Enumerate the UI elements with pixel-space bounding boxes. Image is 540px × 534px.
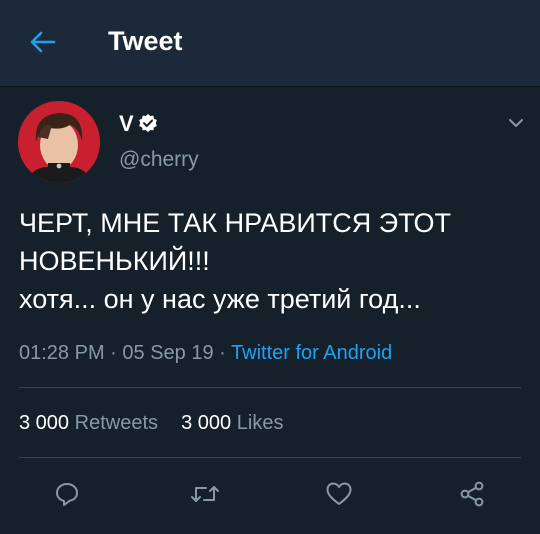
more-options-button[interactable] <box>505 112 527 134</box>
tweet-metadata: 01:28 PM · 05 Sep 19 · Twitter for Andro… <box>19 342 392 365</box>
meta-separator: · <box>110 342 117 364</box>
divider <box>19 387 521 388</box>
share-button[interactable] <box>455 477 489 511</box>
avatar[interactable] <box>18 101 100 183</box>
author-handle[interactable]: @cherry <box>119 148 199 172</box>
retweets-count: 3 000 <box>19 412 70 434</box>
chevron-down-icon <box>509 119 523 127</box>
tweet-time: 01:28 PM <box>19 342 105 364</box>
retweet-button[interactable] <box>188 477 222 511</box>
tweet-source-link[interactable]: Twitter for Android <box>231 342 392 364</box>
page-title: Tweet <box>108 26 183 56</box>
top-bar: Tweet <box>0 0 540 86</box>
back-button[interactable] <box>24 26 60 58</box>
tweet-stats: 3 000 Retweets 3 000 Likes <box>19 412 283 435</box>
retweet-icon <box>191 486 219 502</box>
retweets-label: Retweets <box>74 412 158 434</box>
like-button[interactable] <box>322 477 356 511</box>
arrow-left-icon <box>30 31 56 53</box>
like-icon <box>326 482 352 505</box>
tweet-date: 05 Sep 19 <box>122 342 214 364</box>
header-divider <box>0 86 540 87</box>
meta-separator: · <box>219 342 226 364</box>
profile-photo <box>18 101 100 183</box>
verified-badge-icon <box>138 113 158 133</box>
reply-icon <box>56 483 78 506</box>
display-name[interactable]: V <box>119 111 134 137</box>
tweet-text-line: ЧЕРТ, МНЕ ТАК НРАВИТСЯ ЭТОТ <box>19 208 451 238</box>
tweet-text-line: НОВЕНЬКИЙ!!! <box>19 246 210 276</box>
share-icon <box>460 481 484 507</box>
divider <box>19 457 521 458</box>
tweet-text-line: хотя... он у нас уже третий год... <box>19 284 421 314</box>
likes-stat[interactable]: 3 000 Likes <box>181 412 283 434</box>
likes-label: Likes <box>236 412 284 434</box>
likes-count: 3 000 <box>181 412 232 434</box>
tweet-text: ЧЕРТ, МНЕ ТАК НРАВИТСЯ ЭТОТ НОВЕНЬКИЙ!!!… <box>19 204 529 318</box>
retweets-stat[interactable]: 3 000 Retweets <box>19 412 164 434</box>
reply-button[interactable] <box>50 477 84 511</box>
